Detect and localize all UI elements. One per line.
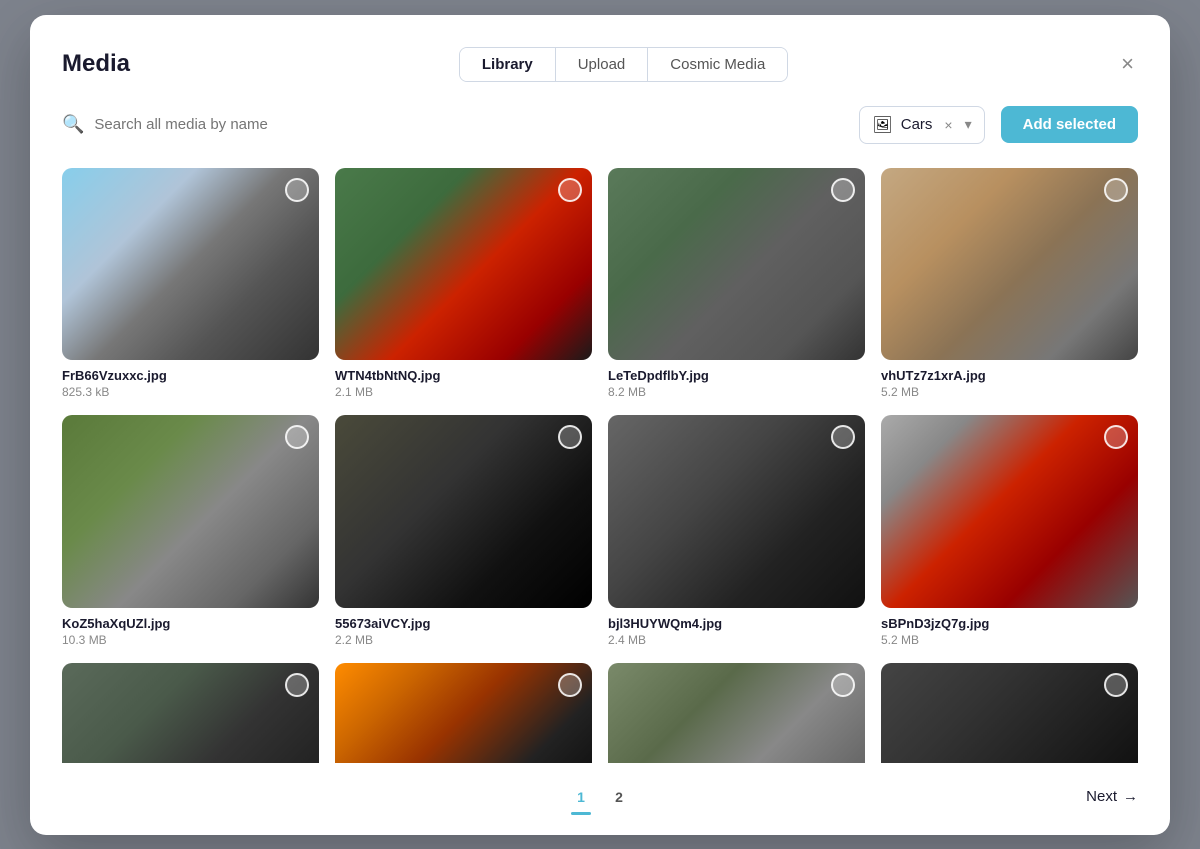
page-button-1[interactable]: 1 bbox=[567, 783, 595, 811]
select-circle[interactable] bbox=[558, 178, 582, 202]
select-circle[interactable] bbox=[558, 425, 582, 449]
media-filename: 55673aiVCY.jpg bbox=[335, 616, 592, 631]
tab-cosmic-media[interactable]: Cosmic Media bbox=[648, 48, 787, 81]
modal-title: Media bbox=[62, 50, 130, 78]
search-input[interactable] bbox=[94, 116, 843, 133]
media-filename: bjl3HUYWQm4.jpg bbox=[608, 616, 865, 631]
modal-overlay: Media Library Upload Cosmic Media × 🔍 🖼 … bbox=[0, 0, 1200, 849]
media-filename: sBPnD3jzQ7g.jpg bbox=[881, 616, 1138, 631]
media-thumbnail bbox=[608, 415, 865, 608]
media-card[interactable]: bjl3HUYWQm4.jpg 2.4 MB bbox=[608, 415, 865, 647]
media-card[interactable]: 55673aiVCY.jpg 2.2 MB bbox=[335, 415, 592, 647]
select-circle[interactable] bbox=[831, 425, 855, 449]
media-thumbnail bbox=[881, 168, 1138, 361]
tab-group: Library Upload Cosmic Media bbox=[459, 47, 788, 82]
close-button[interactable]: × bbox=[1117, 49, 1138, 79]
modal-header: Media Library Upload Cosmic Media × bbox=[62, 47, 1138, 82]
media-card[interactable]: black-jeep-sunset.jpg 4.5 MB bbox=[335, 663, 592, 763]
media-filename: FrB66Vzuxxc.jpg bbox=[62, 368, 319, 383]
tab-upload[interactable]: Upload bbox=[556, 48, 649, 81]
media-thumbnail bbox=[335, 168, 592, 361]
add-selected-button[interactable]: Add selected bbox=[1001, 106, 1138, 143]
media-thumbnail bbox=[335, 663, 592, 763]
media-card[interactable]: vhUTz7z1xrA.jpg 5.2 MB bbox=[881, 168, 1138, 400]
media-thumbnail bbox=[608, 168, 865, 361]
select-circle[interactable] bbox=[831, 178, 855, 202]
page-button-2[interactable]: 2 bbox=[605, 783, 633, 811]
media-filename: vhUTz7z1xrA.jpg bbox=[881, 368, 1138, 383]
media-filesize: 10.3 MB bbox=[62, 633, 319, 647]
media-modal: Media Library Upload Cosmic Media × 🔍 🖼 … bbox=[30, 15, 1170, 835]
search-icon: 🔍 bbox=[62, 114, 84, 135]
toolbar: 🔍 🖼 Cars × ▾ Add selected bbox=[62, 106, 1138, 144]
media-filesize: 8.2 MB bbox=[608, 385, 865, 399]
media-filesize: 2.4 MB bbox=[608, 633, 865, 647]
filter-label: Cars bbox=[901, 116, 933, 133]
media-filename: KoZ5haXqUZl.jpg bbox=[62, 616, 319, 631]
media-filesize: 5.2 MB bbox=[881, 385, 1138, 399]
media-filesize: 5.2 MB bbox=[881, 633, 1138, 647]
filter-select[interactable]: 🖼 Cars × ▾ bbox=[859, 106, 984, 144]
arrow-right-icon: → bbox=[1123, 788, 1138, 805]
select-circle[interactable] bbox=[285, 178, 309, 202]
media-thumbnail bbox=[62, 168, 319, 361]
media-card[interactable]: WTN4tbNtNQ.jpg 2.1 MB bbox=[335, 168, 592, 400]
search-box: 🔍 bbox=[62, 114, 843, 135]
filter-clear-button[interactable]: × bbox=[944, 117, 952, 133]
pagination: 1 2 bbox=[567, 783, 633, 811]
select-circle[interactable] bbox=[558, 673, 582, 697]
media-thumbnail bbox=[335, 415, 592, 608]
next-button[interactable]: Next → bbox=[1086, 788, 1138, 805]
select-circle[interactable] bbox=[285, 673, 309, 697]
media-thumbnail bbox=[881, 415, 1138, 608]
media-card[interactable]: jeep-front.jpg 3.1 MB bbox=[62, 663, 319, 763]
media-thumbnail bbox=[62, 415, 319, 608]
chevron-down-icon: ▾ bbox=[965, 116, 972, 133]
select-circle[interactable] bbox=[1104, 425, 1128, 449]
filter-category-icon: 🖼 bbox=[872, 115, 892, 135]
select-circle[interactable] bbox=[831, 673, 855, 697]
media-grid: FrB66Vzuxxc.jpg 825.3 kB WTN4tbNtNQ.jpg … bbox=[62, 168, 1138, 763]
select-circle[interactable] bbox=[1104, 673, 1128, 697]
select-circle[interactable] bbox=[285, 425, 309, 449]
modal-footer: 1 2 Next → bbox=[62, 783, 1138, 811]
media-filesize: 2.2 MB bbox=[335, 633, 592, 647]
media-filesize: 2.1 MB bbox=[335, 385, 592, 399]
media-card[interactable]: FrB66Vzuxxc.jpg 825.3 kB bbox=[62, 168, 319, 400]
next-label: Next bbox=[1086, 788, 1117, 805]
media-card[interactable]: classic-car.jpg 7.2 MB bbox=[881, 663, 1138, 763]
media-filename: WTN4tbNtNQ.jpg bbox=[335, 368, 592, 383]
media-card[interactable]: KoZ5haXqUZl.jpg 10.3 MB bbox=[62, 415, 319, 647]
select-circle[interactable] bbox=[1104, 178, 1128, 202]
media-filesize: 825.3 kB bbox=[62, 385, 319, 399]
media-card[interactable]: sBPnD3jzQ7g.jpg 5.2 MB bbox=[881, 415, 1138, 647]
media-thumbnail bbox=[608, 663, 865, 763]
tab-library[interactable]: Library bbox=[460, 48, 556, 81]
media-card[interactable]: LeTeDpdflbY.jpg 8.2 MB bbox=[608, 168, 865, 400]
media-filename: LeTeDpdflbY.jpg bbox=[608, 368, 865, 383]
media-card[interactable]: racing-car.jpg 6.1 MB bbox=[608, 663, 865, 763]
media-thumbnail bbox=[881, 663, 1138, 763]
media-thumbnail bbox=[62, 663, 319, 763]
